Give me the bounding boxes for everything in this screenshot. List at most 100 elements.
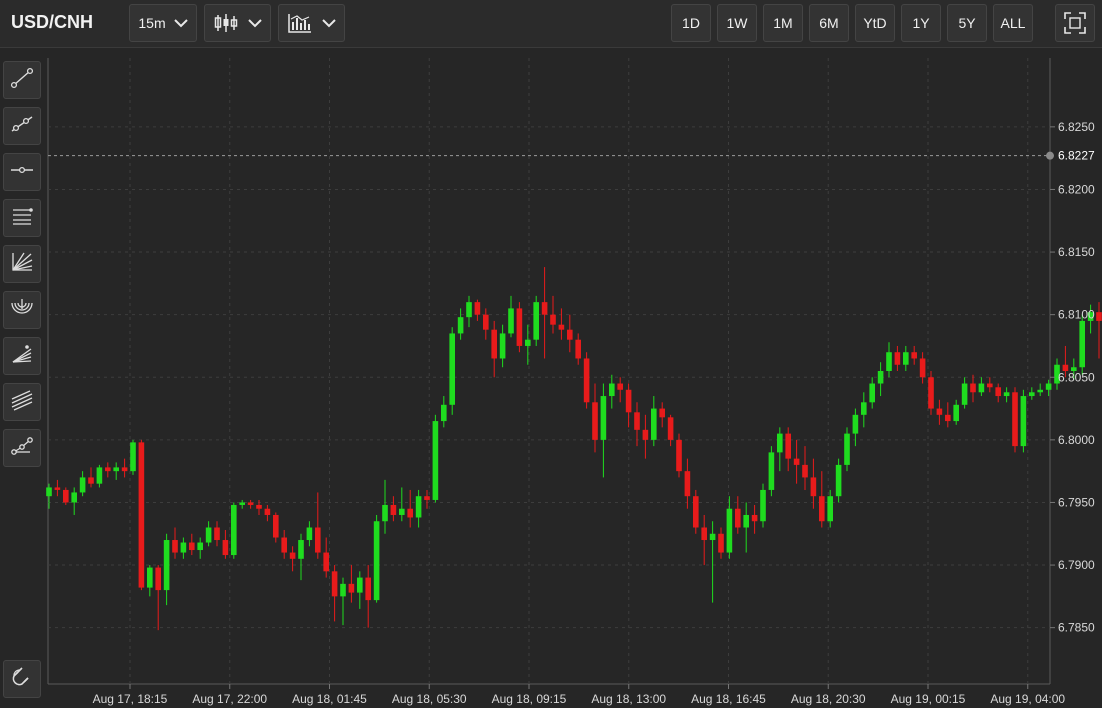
toolbar: USD/CNH 15m 1D 1W 1M 6M YtD 1Y 5Y ALL: [0, 0, 1102, 48]
y-tick-label: 6.8100: [1058, 308, 1095, 322]
candle-body: [575, 339, 581, 359]
candle-body: [726, 508, 733, 553]
candle-body: [331, 571, 338, 597]
candle-body: [365, 577, 371, 601]
fullscreen-button[interactable]: [1055, 4, 1095, 42]
candle-body: [659, 408, 665, 418]
y-tick-label: 6.8250: [1058, 120, 1095, 134]
candle-body: [474, 302, 481, 315]
candle-body: [382, 504, 388, 522]
candle-body: [634, 412, 640, 430]
candle-body: [651, 408, 657, 440]
candle-body: [46, 487, 52, 497]
x-tick-label: Aug 18, 05:30: [392, 692, 467, 706]
candle-body: [340, 583, 346, 597]
candle-body: [289, 552, 296, 559]
price-chart[interactable]: 6.8250 6.8200 6.8150 6.8100 6.8050 6.8000 6.79…: [0, 48, 1102, 708]
candle-body: [835, 464, 842, 497]
range-6m-button[interactable]: 6M: [809, 4, 849, 42]
candle-body: [147, 567, 153, 588]
candle-body: [953, 404, 959, 422]
candle-body: [550, 314, 556, 325]
range-1m-button[interactable]: 1M: [763, 4, 803, 42]
candle-body: [777, 433, 783, 453]
candle-body: [718, 533, 724, 553]
candle-body: [541, 302, 548, 315]
candle-body: [617, 383, 623, 390]
candle-body: [105, 467, 111, 472]
candle-body: [693, 496, 699, 528]
candle-body: [743, 514, 749, 528]
range-all-button[interactable]: ALL: [993, 4, 1033, 42]
x-axis: Aug 17, 18:15 Aug 17, 22:00 Aug 18, 01:45 A…: [93, 684, 1065, 706]
candle-body: [449, 333, 455, 405]
candle-body: [88, 477, 94, 484]
candle-body: [533, 302, 539, 340]
candle-body: [810, 477, 817, 497]
candle-body: [348, 583, 355, 593]
range-ytd-button[interactable]: YtD: [855, 4, 895, 42]
candle-body: [819, 496, 825, 522]
chevron-down-icon: [173, 18, 188, 28]
candle-body: [189, 542, 195, 551]
candle-body: [138, 442, 145, 588]
candle-body: [256, 504, 262, 509]
y-tick-label: 6.8200: [1058, 182, 1095, 196]
candle-body: [499, 333, 506, 359]
range-1w-button[interactable]: 1W: [717, 4, 757, 42]
candle-body: [306, 527, 313, 541]
x-tick-label: Aug 19, 00:15: [891, 692, 966, 706]
candle-body: [919, 358, 926, 378]
candle-body: [751, 514, 758, 522]
candle-body: [903, 352, 909, 365]
candle-body: [172, 540, 178, 553]
x-tick-label: Aug 18, 20:30: [791, 692, 866, 706]
candle-body: [121, 467, 128, 472]
candle-body: [96, 467, 103, 484]
candle-body: [197, 542, 203, 551]
chart-type-select[interactable]: [204, 4, 271, 42]
candle-body: [861, 402, 867, 415]
y-tick-label: 6.7950: [1058, 495, 1095, 509]
range-1y-button[interactable]: 1Y: [901, 4, 941, 42]
current-price-marker: [1046, 151, 1054, 160]
candle-body: [1012, 392, 1018, 447]
candle-body: [432, 421, 439, 500]
candle-body: [793, 458, 800, 465]
candle-body: [583, 358, 590, 403]
candle-body: [407, 508, 413, 518]
candle-body: [1003, 392, 1010, 397]
candle-body: [995, 387, 1001, 397]
candle-body: [886, 352, 892, 371]
candle-body: [205, 527, 212, 543]
indicators-select[interactable]: [278, 4, 345, 42]
candle-body: [163, 540, 170, 591]
candle-body: [54, 487, 61, 490]
candle-body: [768, 452, 775, 490]
symbol-title: USD/CNH: [11, 12, 94, 32]
range-5y-button[interactable]: 5Y: [947, 4, 987, 42]
candle-body: [827, 496, 833, 522]
bar-chart-icon: [287, 13, 312, 33]
interval-select[interactable]: 15m: [129, 4, 197, 42]
candle-body: [298, 540, 304, 559]
chevron-down-icon: [321, 18, 336, 28]
x-tick-label: Aug 18, 16:45: [691, 692, 766, 706]
x-tick-label: Aug 17, 18:15: [93, 692, 168, 706]
current-price-line: 6.8227: [48, 149, 1095, 163]
chevron-down-icon: [247, 18, 262, 28]
x-tick-label: Aug 18, 01:45: [292, 692, 367, 706]
candle-body: [877, 371, 884, 384]
range-1d-button[interactable]: 1D: [671, 4, 711, 42]
current-price-label: 6.8227: [1058, 149, 1095, 163]
candle-body: [63, 489, 69, 503]
y-tick-label: 6.7850: [1058, 621, 1095, 635]
candlestick-series: [46, 267, 1102, 631]
candle-body: [424, 496, 430, 500]
candle-body: [936, 408, 943, 415]
candle-body: [684, 471, 691, 497]
candle-body: [1079, 320, 1085, 368]
candle-body: [239, 502, 245, 505]
candle-body: [315, 527, 321, 553]
candle-body: [264, 508, 271, 515]
